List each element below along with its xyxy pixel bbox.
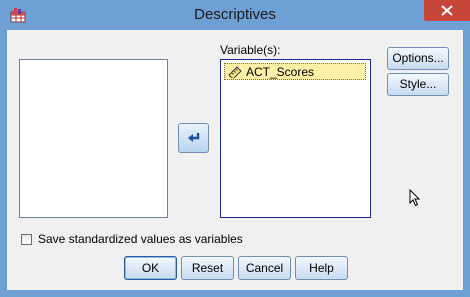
target-variable-list[interactable]: ACT_Scores <box>220 59 371 218</box>
variable-name: ACT_Scores <box>246 64 315 79</box>
ruler-icon <box>228 65 242 78</box>
mouse-cursor-icon <box>409 189 421 207</box>
dialog-body: Variable(s): ACT_Scores Options... Style… <box>7 30 463 290</box>
title-bar[interactable]: Descriptives <box>0 0 470 30</box>
save-standardized-checkbox-row[interactable]: Save standardized values as variables <box>21 231 243 247</box>
window-title: Descriptives <box>194 6 276 23</box>
ok-button[interactable]: OK <box>124 256 177 280</box>
close-icon <box>441 5 453 16</box>
move-variable-button[interactable] <box>178 123 209 153</box>
save-standardized-label: Save standardized values as variables <box>38 232 243 246</box>
list-item[interactable]: ACT_Scores <box>224 63 366 80</box>
variables-label: Variable(s): <box>220 43 281 57</box>
dialog-window: Descriptives Variable(s): ACT_Scores Opt… <box>0 0 470 297</box>
move-arrow-icon <box>187 133 199 142</box>
options-button[interactable]: Options... <box>387 47 449 70</box>
source-variable-list[interactable] <box>19 59 168 218</box>
style-button[interactable]: Style... <box>387 73 449 96</box>
close-button[interactable] <box>424 0 470 21</box>
help-button[interactable]: Help <box>295 256 348 280</box>
save-standardized-checkbox[interactable] <box>21 233 32 245</box>
cancel-button[interactable]: Cancel <box>238 256 291 280</box>
reset-button[interactable]: Reset <box>181 256 234 280</box>
